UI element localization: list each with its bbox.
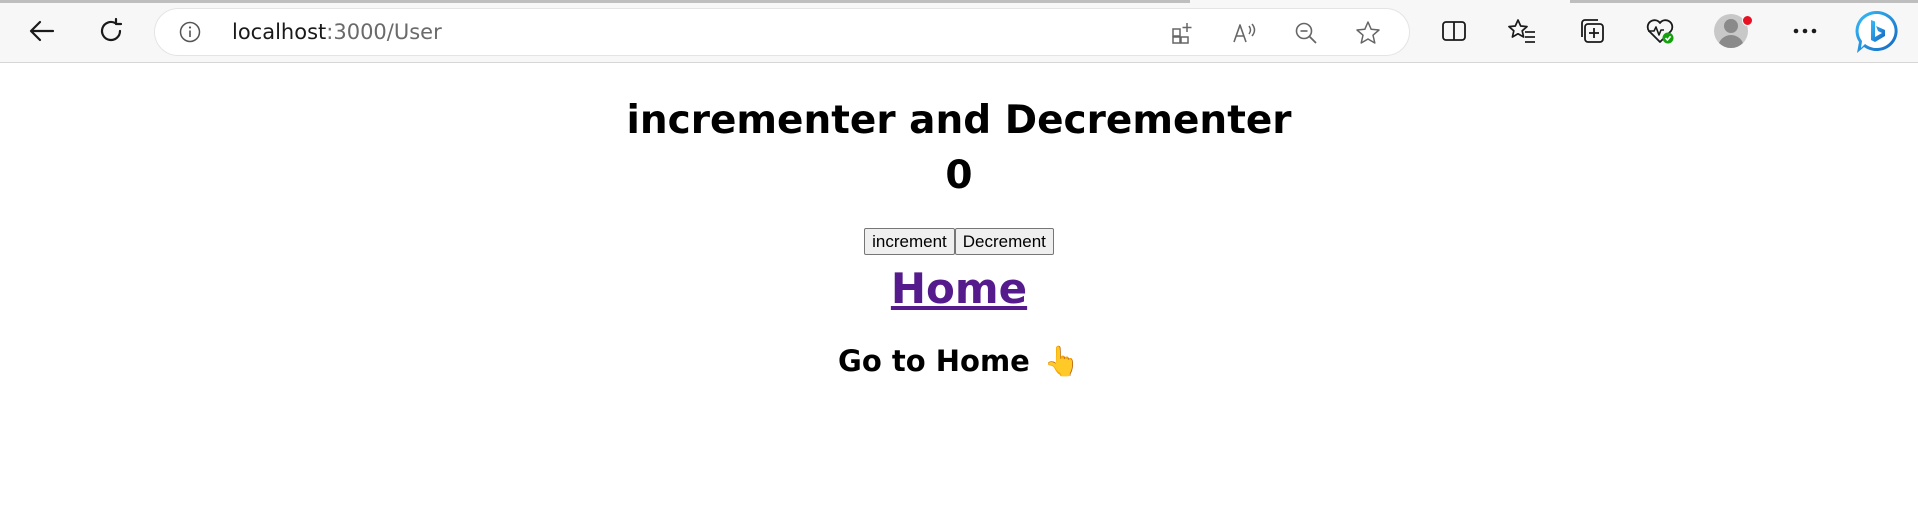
- page-title-wrap: incrementer and Decrementer: [0, 93, 1918, 149]
- more-icon: [1793, 28, 1817, 34]
- zoom-out-icon: [1295, 22, 1317, 44]
- home-link-wrap: Home: [0, 258, 1918, 320]
- counter-wrap: 0: [0, 148, 1918, 204]
- address-bar[interactable]: localhost:3000/User: [155, 9, 1409, 55]
- url-text[interactable]: localhost:3000/User: [232, 20, 442, 44]
- avatar-body: [1718, 35, 1744, 48]
- split-screen-icon: [1442, 21, 1466, 41]
- go-to-home-heading: Go to Home 👆: [0, 341, 1918, 381]
- performance-button[interactable]: [1644, 15, 1676, 47]
- favorite-button[interactable]: [1355, 20, 1381, 46]
- decrement-button[interactable]: Decrement: [954, 228, 1054, 255]
- go-to-home-text: Go to Home: [838, 344, 1030, 378]
- info-icon[interactable]: [179, 21, 201, 43]
- read-aloud-button[interactable]: [1232, 20, 1258, 46]
- page-title: incrementer and Decrementer: [626, 98, 1292, 143]
- pointing-up-icon: 👆: [1043, 344, 1080, 378]
- back-button[interactable]: [20, 9, 64, 53]
- zoom-button[interactable]: [1293, 20, 1319, 46]
- profile-avatar-icon: [1724, 19, 1738, 33]
- split-screen-button[interactable]: [1438, 15, 1470, 47]
- app-available-button[interactable]: [1170, 20, 1196, 46]
- refresh-button[interactable]: [89, 9, 133, 53]
- url-path: :3000/User: [326, 20, 442, 44]
- copilot-button[interactable]: [1852, 8, 1902, 56]
- app-add-icon: [1172, 23, 1192, 44]
- copilot-icon: [1855, 10, 1898, 53]
- more-button[interactable]: [1789, 15, 1821, 47]
- home-link[interactable]: Home: [891, 264, 1027, 313]
- favorites-icon: [1508, 19, 1535, 43]
- collections-button[interactable]: [1576, 15, 1608, 47]
- favorites-button[interactable]: [1506, 15, 1538, 47]
- notification-dot: [1742, 15, 1753, 26]
- increment-button[interactable]: increment: [864, 228, 955, 255]
- button-row: increment Decrement: [0, 228, 1918, 255]
- tab-strip-edge: [0, 0, 1190, 3]
- collections-icon: [1581, 19, 1604, 43]
- browser-toolbar: localhost:3000/User: [0, 0, 1918, 63]
- refresh-icon: [100, 17, 123, 42]
- star-icon: [1356, 21, 1380, 44]
- back-arrow-icon: [29, 20, 55, 42]
- url-host: localhost: [232, 20, 327, 44]
- heart-pulse-icon: [1646, 19, 1674, 44]
- page-content: incrementer and Decrementer 0 increment …: [0, 63, 1918, 507]
- tab-strip-edge-right: [1570, 0, 1918, 3]
- counter-value: 0: [945, 153, 973, 198]
- read-aloud-icon: [1233, 23, 1256, 43]
